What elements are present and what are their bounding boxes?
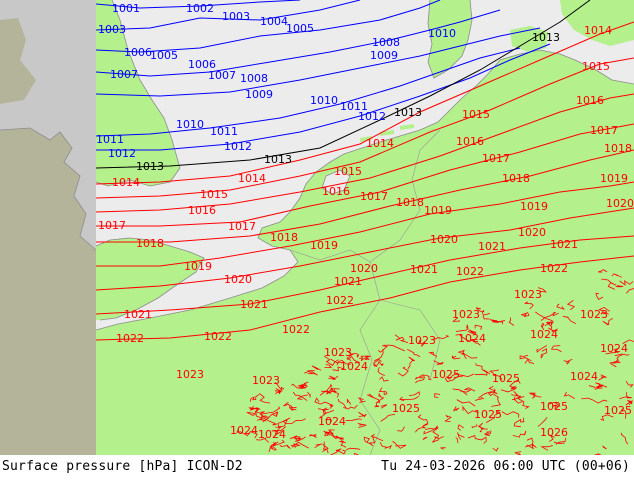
isobar-label: 1001 bbox=[112, 2, 140, 15]
isobar-label: 1014 bbox=[238, 172, 266, 185]
model-name: ICON-D2 bbox=[186, 459, 243, 474]
isobar-label: 1019 bbox=[184, 260, 212, 273]
isobar-label: 1013 bbox=[532, 31, 560, 44]
isobar-label: 1023 bbox=[514, 288, 542, 301]
footer-bar: Surface pressure [hPa] ICON-D2 Tu 24-03-… bbox=[0, 455, 634, 490]
isobar-label: 1024 bbox=[258, 428, 286, 441]
isobar-label: 1005 bbox=[286, 22, 314, 35]
isobar-label: 1007 bbox=[110, 68, 138, 81]
isobar-label: 1025 bbox=[540, 400, 568, 413]
isobar-label: 1013 bbox=[136, 160, 164, 173]
isobar-label: 1014 bbox=[366, 137, 394, 150]
isobar-label: 1009 bbox=[245, 88, 273, 101]
isobar-label: 1012 bbox=[108, 147, 136, 160]
isobar-label: 1016 bbox=[322, 185, 350, 198]
isobar-label: 1024 bbox=[570, 370, 598, 383]
isobar-label: 1017 bbox=[590, 124, 618, 137]
isobar-label: 1003 bbox=[98, 23, 126, 36]
isobar-label: 1010 bbox=[310, 94, 338, 107]
isobar-label: 1024 bbox=[530, 328, 558, 341]
isobar-label: 1019 bbox=[600, 172, 628, 185]
isobar-label: 1018 bbox=[604, 142, 632, 155]
isobar-label: 1022 bbox=[326, 294, 354, 307]
isobar-label: 1024 bbox=[318, 415, 346, 428]
isobar-label: 1023 bbox=[452, 308, 480, 321]
isobar-label: 1013 bbox=[394, 106, 422, 119]
isobar-label: 1020 bbox=[350, 262, 378, 275]
isobar-label: 1023 bbox=[408, 334, 436, 347]
isobar-label: 1019 bbox=[520, 200, 548, 213]
isobar-label: 1021 bbox=[410, 263, 438, 276]
isobar-label: 1024 bbox=[458, 332, 486, 345]
isobar-label: 1019 bbox=[310, 239, 338, 252]
isobar-label: 1022 bbox=[456, 265, 484, 278]
isobar-label: 1020 bbox=[430, 233, 458, 246]
isobar-label: 1011 bbox=[210, 125, 238, 138]
isobar-label: 1013 bbox=[264, 153, 292, 166]
footer-title: Surface pressure [hPa] ICON-D2 bbox=[2, 459, 243, 474]
isobar-label: 1002 bbox=[186, 2, 214, 15]
isobar-label: 1017 bbox=[98, 219, 126, 232]
isobar-label: 1020 bbox=[518, 226, 546, 239]
map-canvas: 1001 100210031003100410051005100610061007… bbox=[0, 0, 634, 455]
isobar-label: 1020 bbox=[606, 197, 634, 210]
isobar-label: 1018 bbox=[396, 196, 424, 209]
isobar-label: 1014 bbox=[112, 176, 140, 189]
isobar-label: 1022 bbox=[116, 332, 144, 345]
isobar-label: 1025 bbox=[392, 402, 420, 415]
isobar-label: 1025 bbox=[432, 368, 460, 381]
isobar-label: 1024 bbox=[340, 360, 368, 373]
isobar-label: 1010 bbox=[428, 27, 456, 40]
isobar-label: 1009 bbox=[370, 49, 398, 62]
isobar-label: 1020 bbox=[224, 273, 252, 286]
isobar-label: 1007 bbox=[208, 69, 236, 82]
isobar-label: 1012 bbox=[358, 110, 386, 123]
isobar-label: 1026 bbox=[540, 426, 568, 439]
isobar-label: 1018 bbox=[502, 172, 530, 185]
isobar-label: 1022 bbox=[540, 262, 568, 275]
isobar-label: 1015 bbox=[582, 60, 610, 73]
isobar-label: 1011 bbox=[96, 133, 124, 146]
isobar-label: 1015 bbox=[200, 188, 228, 201]
isobar-label: 1010 bbox=[176, 118, 204, 131]
isobar-label: 1008 bbox=[372, 36, 400, 49]
isobar-label: 1016 bbox=[576, 94, 604, 107]
isobar-label: 1005 bbox=[150, 49, 178, 62]
isobar-label: 1015 bbox=[334, 165, 362, 178]
isobar-label: 1017 bbox=[228, 220, 256, 233]
isobar-label: 1025 bbox=[604, 404, 632, 417]
isobar-label: 1012 bbox=[224, 140, 252, 153]
isobar-label: 1021 bbox=[240, 298, 268, 311]
isobar-label: 1021 bbox=[124, 308, 152, 321]
isobar-label: 1019 bbox=[424, 204, 452, 217]
isobar-label: 1025 bbox=[492, 372, 520, 385]
isobar-label: 1003 bbox=[222, 10, 250, 23]
isobar-label: 1023 bbox=[580, 308, 608, 321]
isobar-label: 1018 bbox=[136, 237, 164, 250]
isobar-label: 1008 bbox=[240, 72, 268, 85]
isobar-label: 1017 bbox=[360, 190, 388, 203]
isobar-label: 1016 bbox=[456, 135, 484, 148]
isobar-label: 1004 bbox=[260, 15, 288, 28]
valid-time: Tu 24-03-2026 06:00 UTC (00+06) bbox=[381, 459, 630, 474]
isobar-label: 1015 bbox=[462, 108, 490, 121]
isobar-label: 1022 bbox=[282, 323, 310, 336]
isobar-label: 1024 bbox=[600, 342, 628, 355]
pressure-map: 1001 1002 1003 1003 1004 1005 1005 1006 1006 1007… bbox=[0, 0, 634, 455]
isobar-label: 1018 bbox=[270, 231, 298, 244]
isobar-label: 1025 bbox=[474, 408, 502, 421]
isobar-label: 1014 bbox=[584, 24, 612, 37]
isobar-label: 1021 bbox=[550, 238, 578, 251]
isobar-label: 1024 bbox=[230, 424, 258, 437]
isobar-label: 1021 bbox=[334, 275, 362, 288]
field-title: Surface pressure [hPa] bbox=[2, 459, 179, 474]
isobar-label: 1016 bbox=[188, 204, 216, 217]
isobar-label: 1006 bbox=[124, 46, 152, 59]
isobar-label: 1023 bbox=[252, 374, 280, 387]
isobar-label: 1017 bbox=[482, 152, 510, 165]
isobar-label: 1023 bbox=[176, 368, 204, 381]
isobar-label: 1022 bbox=[204, 330, 232, 343]
isobar-label: 1023 bbox=[324, 346, 352, 359]
isobar-label: 1021 bbox=[478, 240, 506, 253]
